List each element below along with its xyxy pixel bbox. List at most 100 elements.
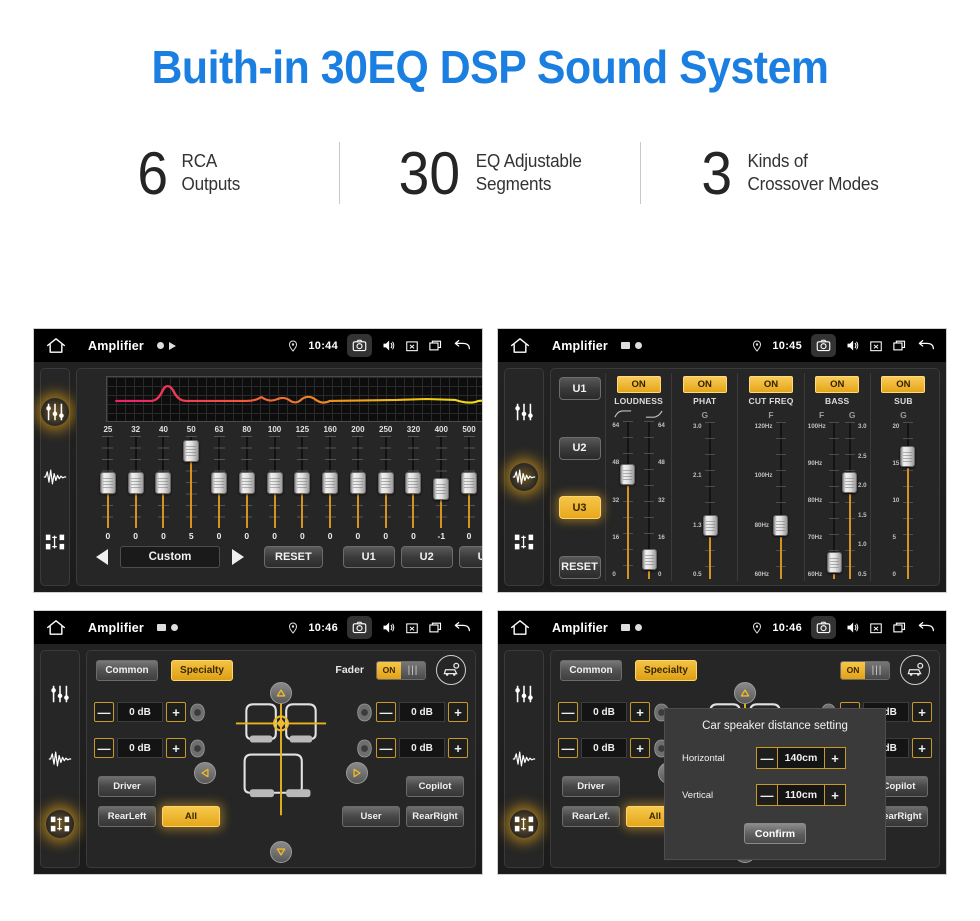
increase-rear-right-button[interactable]: + (448, 738, 468, 758)
back-button[interactable] (916, 620, 936, 636)
horizontal-plus-button[interactable]: + (824, 747, 846, 769)
volume-button[interactable] (845, 620, 860, 635)
eq-slider-column[interactable]: 0 (316, 436, 344, 541)
seat-rearleft-button[interactable]: RearLeft (98, 806, 156, 827)
nav-left-button[interactable] (194, 762, 216, 784)
slider-knob[interactable] (900, 446, 915, 467)
param-slider[interactable]: 3.02.52.01.51.00.5 (843, 422, 867, 579)
back-button[interactable] (916, 338, 936, 354)
slider-track[interactable] (704, 422, 717, 579)
back-button[interactable] (452, 338, 472, 354)
prev-preset-arrow[interactable] (96, 549, 108, 565)
close-button[interactable] (869, 339, 883, 353)
close-button[interactable] (405, 339, 419, 353)
sidebar-item-equalizer[interactable] (46, 680, 74, 708)
confirm-button[interactable]: Confirm (744, 823, 806, 844)
back-button[interactable] (452, 620, 472, 636)
eq-slider-column[interactable]: 0 (344, 436, 372, 541)
slider-track[interactable] (843, 422, 856, 579)
tab-specialty[interactable]: Specialty (171, 660, 233, 681)
slider-knob[interactable] (461, 472, 477, 494)
slider-knob[interactable] (322, 472, 338, 494)
slider-knob[interactable] (620, 464, 635, 485)
sidebar-item-balance[interactable] (510, 810, 538, 838)
decrease-front-left-button[interactable]: — (94, 702, 114, 722)
slider-knob[interactable] (842, 472, 857, 493)
fader-toggle[interactable]: ON ||| (840, 661, 890, 680)
vertical-minus-button[interactable]: — (756, 784, 778, 806)
eq-slider-column[interactable]: 0 (288, 436, 316, 541)
horizontal-minus-button[interactable]: — (756, 747, 778, 769)
increase-rear-right-button[interactable]: + (912, 738, 932, 758)
eq-slider-column[interactable]: 5 (177, 436, 205, 541)
camera-button[interactable] (811, 616, 836, 639)
eq-slider-track[interactable] (129, 436, 143, 528)
seat-driver-button[interactable]: Driver (562, 776, 620, 797)
eq-slider-track[interactable] (156, 436, 170, 528)
decrease-front-left-button[interactable]: — (558, 702, 578, 722)
recents-button[interactable] (428, 620, 443, 635)
home-icon[interactable] (46, 619, 66, 636)
slider-track[interactable] (774, 422, 787, 579)
eq-slider-column[interactable]: 0 (455, 436, 483, 541)
param-slider[interactable]: 120Hz100Hz80Hz60Hz (755, 422, 788, 579)
decrease-front-right-button[interactable]: — (376, 702, 396, 722)
eq-slider-track[interactable] (184, 436, 198, 528)
eq-slider-track[interactable] (323, 436, 337, 528)
slider-knob[interactable] (405, 472, 421, 494)
volume-button[interactable] (381, 338, 396, 353)
sidebar-item-balance[interactable] (41, 528, 69, 556)
sidebar-item-equalizer[interactable] (510, 680, 538, 708)
increase-rear-left-button[interactable]: + (630, 738, 650, 758)
car-distance-settings-button[interactable] (436, 655, 466, 685)
slider-knob[interactable] (239, 472, 255, 494)
eq-slider-track[interactable] (406, 436, 420, 528)
param-slider[interactable]: 3.02.11.30.5 (693, 422, 717, 579)
eq-slider-track[interactable] (101, 436, 115, 528)
eq-slider-track[interactable] (240, 436, 254, 528)
recents-button[interactable] (892, 620, 907, 635)
toggle-on-button[interactable]: ON (815, 376, 859, 393)
eq-slider-track[interactable] (462, 436, 476, 528)
sidebar-item-waveform[interactable] (46, 745, 74, 773)
recents-button[interactable] (428, 338, 443, 353)
eq-slider-track[interactable] (351, 436, 365, 528)
nav-up-button[interactable] (734, 682, 756, 704)
eq-slider-column[interactable]: 0 (150, 436, 178, 541)
eq-slider-track[interactable] (212, 436, 226, 528)
preset-name[interactable]: Custom (120, 546, 220, 568)
sidebar-item-waveform[interactable] (510, 745, 538, 773)
eq-slider-column[interactable]: 0 (400, 436, 428, 541)
slider-track[interactable] (643, 421, 656, 579)
reset-button[interactable]: RESET (559, 556, 601, 579)
slider-knob[interactable] (350, 472, 366, 494)
slider-knob[interactable] (294, 472, 310, 494)
camera-button[interactable] (811, 334, 836, 357)
eq-slider-column[interactable]: 0 (233, 436, 261, 541)
tab-specialty[interactable]: Specialty (635, 660, 697, 681)
next-preset-arrow[interactable] (232, 549, 244, 565)
toggle-on-button[interactable]: ON (881, 376, 925, 393)
decrease-rear-right-button[interactable]: — (376, 738, 396, 758)
eq-slider-column[interactable]: 0 (205, 436, 233, 541)
slider-knob[interactable] (378, 472, 394, 494)
eq-slider-column[interactable]: 0 (261, 436, 289, 541)
reset-button[interactable]: RESET (264, 546, 323, 568)
camera-button[interactable] (347, 334, 372, 357)
slider-knob[interactable] (642, 549, 657, 570)
nav-right-button[interactable] (346, 762, 368, 784)
eq-slider-track[interactable] (295, 436, 309, 528)
slider-knob[interactable] (827, 552, 842, 573)
increase-rear-left-button[interactable]: + (166, 738, 186, 758)
tab-common[interactable]: Common (96, 660, 158, 681)
preset-u2-button[interactable]: U2 (401, 546, 453, 568)
slider-track[interactable] (828, 422, 841, 579)
close-button[interactable] (405, 621, 419, 635)
slider-knob[interactable] (100, 472, 116, 494)
sidebar-item-waveform[interactable] (41, 463, 69, 491)
slider-knob[interactable] (128, 472, 144, 494)
eq-slider-column[interactable]: 0 (94, 436, 122, 541)
sidebar-item-equalizer[interactable] (41, 398, 69, 426)
eq-slider-track[interactable] (379, 436, 393, 528)
recents-button[interactable] (892, 338, 907, 353)
